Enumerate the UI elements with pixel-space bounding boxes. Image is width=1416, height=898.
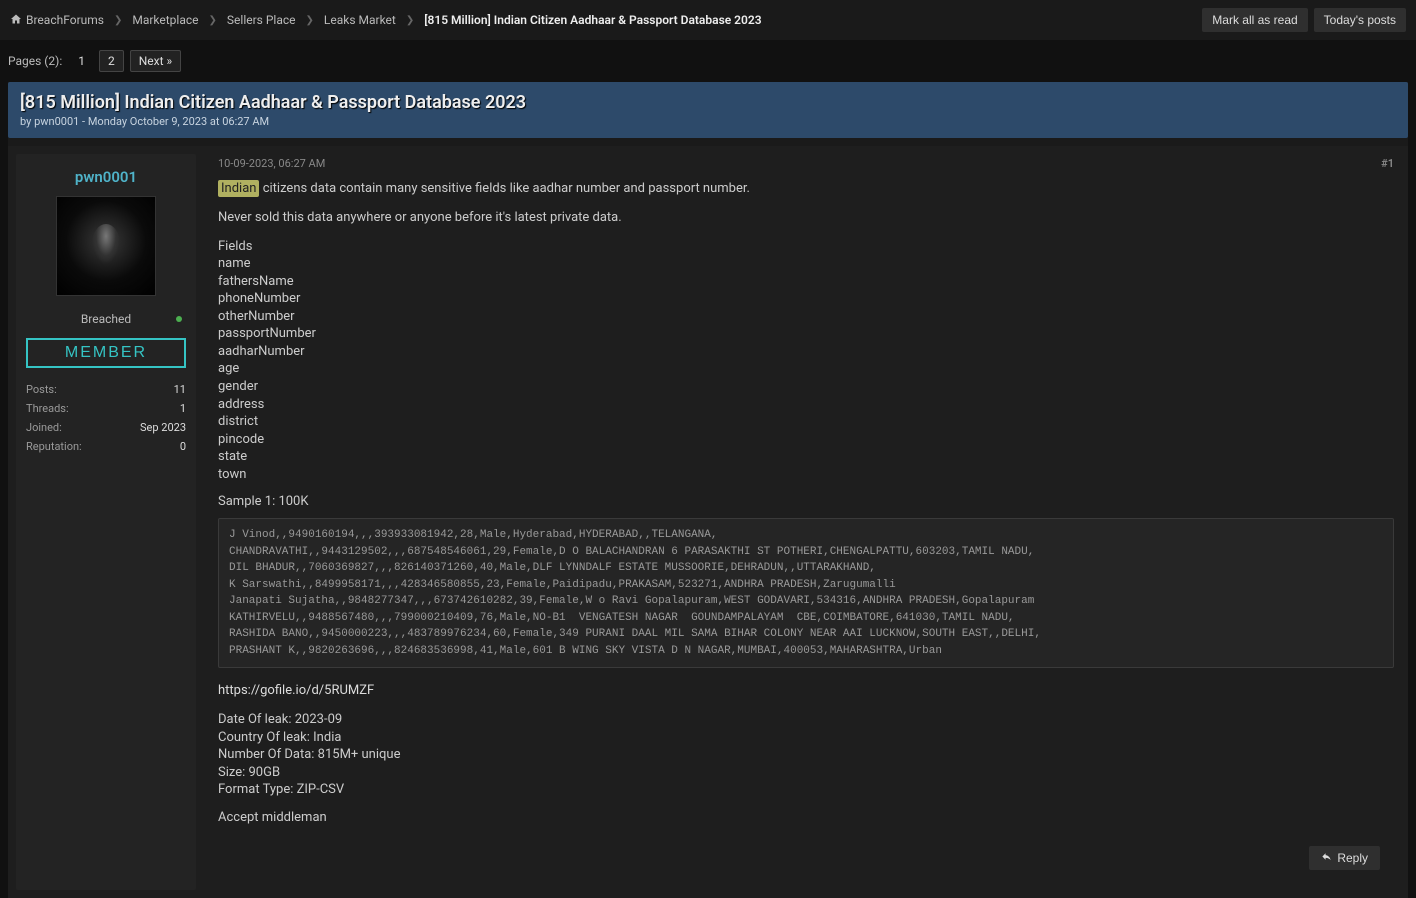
pagination: Pages (2): 1 2 Next » — [8, 40, 1408, 82]
breadcrumb-marketplace[interactable]: Marketplace — [132, 13, 198, 27]
stat-reputation-label: Reputation: — [26, 440, 82, 453]
post-body: 10-09-2023, 06:27 AM #1 Indian citizens … — [204, 146, 1408, 898]
todays-posts-button[interactable]: Today's posts — [1314, 8, 1406, 32]
reply-icon — [1321, 851, 1332, 865]
meta-line: Format Type: ZIP-CSV — [218, 781, 1394, 799]
chevron-right-icon: ❯ — [306, 15, 314, 26]
stat-reputation-value: 0 — [180, 440, 186, 453]
thread-subtitle: by pwn0001 - Monday October 9, 2023 at 0… — [20, 115, 1396, 128]
stat-posts-value: 11 — [174, 383, 186, 396]
leak-meta: Date Of leak: 2023-09 Country Of leak: I… — [218, 711, 1394, 799]
reply-button[interactable]: Reply — [1309, 846, 1380, 870]
stat-threads-label: Threads: — [26, 402, 69, 415]
breadcrumb-sellers-place[interactable]: Sellers Place — [227, 13, 296, 27]
fields-heading: Fields — [218, 238, 1394, 256]
breadcrumb-home[interactable]: BreachForums — [10, 13, 104, 28]
thread-header: [815 Million] Indian Citizen Aadhaar & P… — [8, 82, 1408, 138]
meta-line: Country Of leak: India — [218, 729, 1394, 747]
online-status-icon — [176, 316, 182, 322]
thread-title: [815 Million] Indian Citizen Aadhaar & P… — [20, 92, 1396, 113]
page-1[interactable]: 1 — [70, 51, 93, 71]
author-stats: Posts: 11 Threads: 1 Joined: Sep 2023 Reput… — [26, 380, 186, 456]
chevron-right-icon: ❯ — [114, 15, 122, 26]
post-footer: Reply — [218, 838, 1394, 884]
field-item: address — [218, 396, 1394, 414]
field-item: gender — [218, 378, 1394, 396]
field-item: phoneNumber — [218, 290, 1394, 308]
field-item: town — [218, 466, 1394, 484]
sample-heading: Sample 1: 100K — [218, 493, 1394, 512]
field-item: name — [218, 255, 1394, 273]
field-item: otherNumber — [218, 308, 1394, 326]
meta-line: Size: 90GB — [218, 764, 1394, 782]
page-next[interactable]: Next » — [130, 50, 181, 72]
author-rank: Breached — [26, 306, 186, 332]
post-timestamp: 10-09-2023, 06:27 AM — [218, 156, 325, 172]
topbar-actions: Mark all as read Today's posts — [1202, 8, 1406, 32]
field-item: state — [218, 448, 1394, 466]
fields-block: Fields name fathersName phoneNumber othe… — [218, 238, 1394, 484]
accept-middleman: Accept middleman — [218, 809, 1394, 828]
post-meta: 10-09-2023, 06:27 AM #1 — [218, 156, 1394, 172]
stat-joined-value: Sep 2023 — [140, 421, 186, 434]
chevron-right-icon: ❯ — [209, 15, 217, 26]
breadcrumb-leaks-market[interactable]: Leaks Market — [324, 13, 396, 27]
stat-joined-label: Joined: — [26, 421, 62, 434]
page-2[interactable]: 2 — [99, 50, 124, 72]
chevron-right-icon: ❯ — [406, 15, 414, 26]
home-icon — [10, 13, 22, 28]
thread-date: Monday October 9, 2023 at 06:27 AM — [88, 115, 269, 128]
search-highlight: Indian — [218, 180, 259, 197]
avatar[interactable] — [56, 196, 156, 296]
sample-code-block[interactable]: J Vinod,,9490160194,,,393933081942,28,Ma… — [218, 518, 1394, 668]
top-bar: BreachForums ❯ Marketplace ❯ Sellers Pla… — [0, 0, 1416, 40]
mark-all-read-button[interactable]: Mark all as read — [1202, 8, 1307, 32]
field-item: fathersName — [218, 273, 1394, 291]
field-item: aadharNumber — [218, 343, 1394, 361]
field-item: district — [218, 413, 1394, 431]
field-item: passportNumber — [218, 325, 1394, 343]
thread-author-link[interactable]: pwn0001 — [34, 115, 79, 128]
member-badge: MEMBER — [26, 338, 186, 368]
post-author-panel: pwn0001 Breached MEMBER Posts: 11 Threads… — [16, 154, 196, 890]
post-line-1: Indian citizens data contain many sensit… — [218, 180, 1394, 199]
stat-threads-value: 1 — [180, 402, 186, 415]
download-link[interactable]: https://gofile.io/d/5RUMZF — [218, 682, 1394, 701]
author-name[interactable]: pwn0001 — [26, 164, 186, 196]
field-item: pincode — [218, 431, 1394, 449]
breadcrumb-current: [815 Million] Indian Citizen Aadhaar & P… — [424, 13, 761, 27]
breadcrumb: BreachForums ❯ Marketplace ❯ Sellers Pla… — [10, 13, 762, 28]
meta-line: Number Of Data: 815M+ unique — [218, 746, 1394, 764]
stat-posts-label: Posts: — [26, 383, 57, 396]
post-number[interactable]: #1 — [1381, 156, 1394, 172]
meta-line: Date Of leak: 2023-09 — [218, 711, 1394, 729]
post-line-2: Never sold this data anywhere or anyone … — [218, 209, 1394, 228]
post: pwn0001 Breached MEMBER Posts: 11 Threads… — [8, 146, 1408, 898]
field-item: age — [218, 360, 1394, 378]
breadcrumb-home-label: BreachForums — [26, 13, 104, 27]
pages-label: Pages (2): — [8, 54, 62, 68]
reply-label: Reply — [1337, 851, 1368, 865]
